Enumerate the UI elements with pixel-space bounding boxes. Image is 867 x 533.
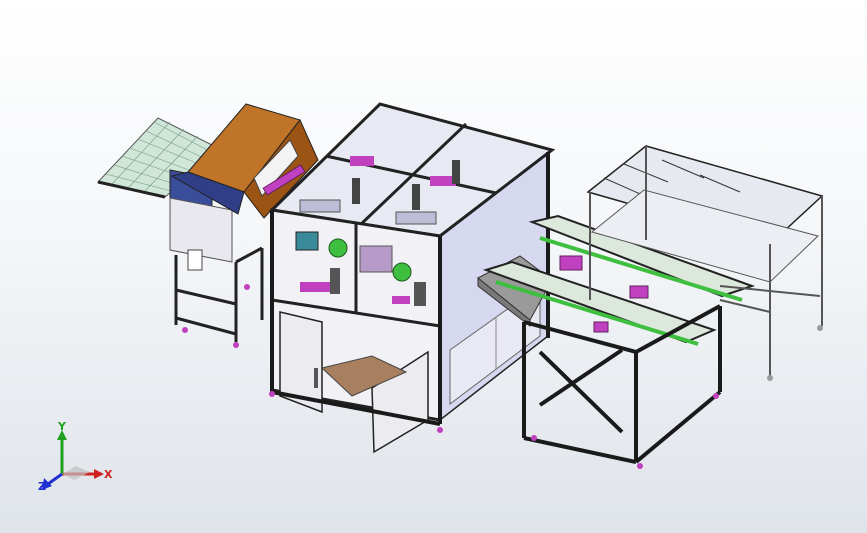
hmi-screen[interactable] <box>295 231 319 251</box>
conveyor-motor <box>629 285 649 299</box>
infeed-control-box[interactable] <box>187 249 203 271</box>
infeed-foot <box>244 284 250 290</box>
cabinet-foot <box>437 427 443 433</box>
outfeed-foot <box>531 435 537 441</box>
infeed-foot <box>182 327 188 333</box>
assembly-drawing[interactable]: X Y Z <box>0 0 867 533</box>
table-foot <box>817 325 823 331</box>
y-axis-label: Y <box>57 420 67 433</box>
infeed-foot <box>233 342 239 348</box>
triad-plane <box>62 466 90 480</box>
outfeed-foot <box>637 463 643 469</box>
cabinet-foot <box>269 391 275 397</box>
cad-viewport[interactable]: X Y Z <box>0 0 867 533</box>
z-axis-label: Z <box>38 480 46 493</box>
door-handle[interactable] <box>314 368 318 388</box>
x-axis-label: X <box>104 468 113 481</box>
x-axis-arrow <box>94 469 104 479</box>
outfeed-foot <box>713 393 719 399</box>
conveyor-motor <box>559 255 583 271</box>
conveyor-motor <box>593 321 609 333</box>
z-axis-line <box>47 472 63 486</box>
table-foot <box>767 375 773 381</box>
axis-triad: X Y Z <box>38 420 113 493</box>
